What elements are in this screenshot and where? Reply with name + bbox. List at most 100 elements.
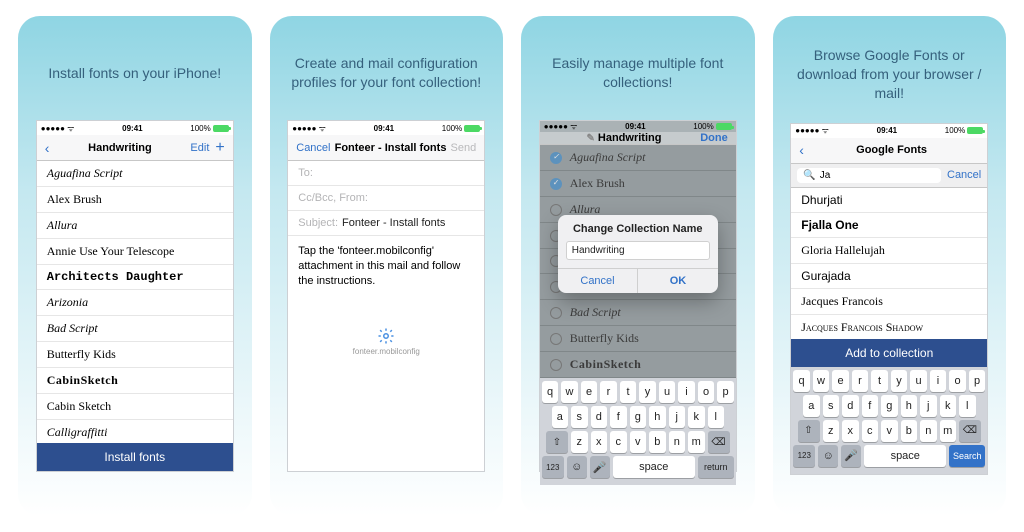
key[interactable]: t	[620, 381, 637, 403]
key[interactable]: x	[842, 420, 859, 442]
space-key[interactable]: space	[864, 445, 946, 467]
mail-cc-field[interactable]: Cc/Bcc, From:	[288, 186, 484, 211]
alert-cancel-button[interactable]: Cancel	[558, 269, 639, 293]
list-item[interactable]: Allura	[37, 213, 233, 239]
list-item[interactable]: Arizonia	[37, 290, 233, 316]
key[interactable]: g	[630, 406, 647, 428]
key[interactable]: o	[698, 381, 715, 403]
backspace-key[interactable]: ⌫	[708, 431, 730, 453]
space-key[interactable]: space	[613, 456, 695, 478]
font-list[interactable]: Aguafina Script Alex Brush Allura Annie …	[37, 161, 233, 443]
key[interactable]: u	[659, 381, 676, 403]
list-item[interactable]: CabinSketch	[37, 368, 233, 394]
key[interactable]: a	[552, 406, 569, 428]
list-item[interactable]: Annie Use Your Telescope	[37, 239, 233, 265]
mic-key[interactable]: 🎤	[841, 445, 861, 467]
key[interactable]: j	[669, 406, 686, 428]
search-cancel-button[interactable]: Cancel	[947, 168, 981, 183]
key[interactable]: e	[832, 370, 849, 392]
key[interactable]: h	[649, 406, 666, 428]
mic-key[interactable]: 🎤	[590, 456, 610, 478]
key[interactable]: s	[823, 395, 840, 417]
alert-ok-button[interactable]: OK	[638, 269, 718, 293]
key[interactable]: o	[949, 370, 966, 392]
key[interactable]: k	[688, 406, 705, 428]
add-button[interactable]: +	[215, 140, 224, 156]
key[interactable]: f	[610, 406, 627, 428]
list-item[interactable]: Aguafina Script	[37, 161, 233, 187]
key[interactable]: y	[891, 370, 908, 392]
keyboard[interactable]: q w e r t y u i o p a s d f g h j k l	[540, 378, 736, 485]
install-fonts-button[interactable]: Install fonts	[37, 443, 233, 471]
backspace-key[interactable]: ⌫	[959, 420, 981, 442]
key[interactable]: x	[591, 431, 608, 453]
list-item[interactable]: Alex Brush	[37, 187, 233, 213]
key[interactable]: p	[969, 370, 986, 392]
key[interactable]: w	[813, 370, 830, 392]
font-list[interactable]: Dhurjati Fjalla One Gloria Hallelujah Gu…	[791, 188, 987, 339]
add-to-collection-button[interactable]: Add to collection	[791, 339, 987, 367]
key[interactable]: k	[940, 395, 957, 417]
key[interactable]: h	[901, 395, 918, 417]
key[interactable]: l	[959, 395, 976, 417]
edit-button[interactable]: Edit	[190, 142, 209, 154]
key[interactable]: j	[920, 395, 937, 417]
key[interactable]: f	[862, 395, 879, 417]
list-item[interactable]: Jacques Francois Shadow	[791, 315, 987, 339]
key[interactable]: b	[901, 420, 918, 442]
list-item[interactable]: Bad Script	[37, 316, 233, 342]
list-item[interactable]: Gloria Hallelujah	[791, 238, 987, 264]
key[interactable]: v	[881, 420, 898, 442]
key[interactable]: z	[823, 420, 840, 442]
key[interactable]: u	[910, 370, 927, 392]
key[interactable]: z	[571, 431, 588, 453]
keyboard[interactable]: q w e r t y u i o p a s d f g h j k l	[791, 367, 987, 474]
key[interactable]: i	[678, 381, 695, 403]
key[interactable]: d	[591, 406, 608, 428]
list-item[interactable]: Calligraffitti	[37, 420, 233, 443]
search-key[interactable]: Search	[949, 445, 985, 467]
list-item[interactable]: Fjalla One	[791, 213, 987, 238]
emoji-key[interactable]: ☺	[567, 456, 587, 478]
key[interactable]: m	[940, 420, 957, 442]
list-item[interactable]: Architects Daughter	[37, 265, 233, 290]
mail-body[interactable]: Tap the 'fonteer.mobilconfig' attachment…	[288, 236, 484, 297]
key[interactable]: i	[930, 370, 947, 392]
key[interactable]: c	[610, 431, 627, 453]
list-item[interactable]: Jacques Francois	[791, 289, 987, 315]
shift-key[interactable]: ⇧	[546, 431, 568, 453]
key[interactable]: p	[717, 381, 734, 403]
emoji-key[interactable]: ☺	[818, 445, 838, 467]
key[interactable]: n	[920, 420, 937, 442]
mail-attachment[interactable]: fonteer.mobilconfig	[353, 327, 420, 356]
key[interactable]: m	[688, 431, 705, 453]
key[interactable]: l	[708, 406, 725, 428]
cancel-button[interactable]: Cancel	[296, 142, 330, 154]
key[interactable]: y	[639, 381, 656, 403]
key[interactable]: n	[669, 431, 686, 453]
list-item[interactable]: Cabin Sketch	[37, 394, 233, 420]
back-icon[interactable]: ‹	[45, 141, 50, 155]
back-icon[interactable]: ‹	[799, 143, 804, 157]
alert-input[interactable]: Handwriting	[566, 241, 710, 260]
key[interactable]: w	[561, 381, 578, 403]
list-item[interactable]: Gurajada	[791, 264, 987, 289]
numeric-key[interactable]: 123	[542, 456, 564, 478]
done-button[interactable]: Done	[700, 132, 728, 144]
key[interactable]: r	[600, 381, 617, 403]
key[interactable]: q	[793, 370, 810, 392]
list-item[interactable]: Butterfly Kids	[37, 342, 233, 368]
key[interactable]: b	[649, 431, 666, 453]
key[interactable]: t	[871, 370, 888, 392]
key[interactable]: s	[571, 406, 588, 428]
key[interactable]: a	[803, 395, 820, 417]
key[interactable]: c	[862, 420, 879, 442]
search-input[interactable]: 🔍 Ja	[797, 168, 941, 183]
mail-to-field[interactable]: To:	[288, 161, 484, 186]
key[interactable]: e	[581, 381, 598, 403]
mail-subject-field[interactable]: Subject:Fonteer - Install fonts	[288, 211, 484, 236]
key[interactable]: q	[542, 381, 559, 403]
list-item[interactable]: Dhurjati	[791, 188, 987, 213]
key[interactable]: d	[842, 395, 859, 417]
return-key[interactable]: return	[698, 456, 734, 478]
